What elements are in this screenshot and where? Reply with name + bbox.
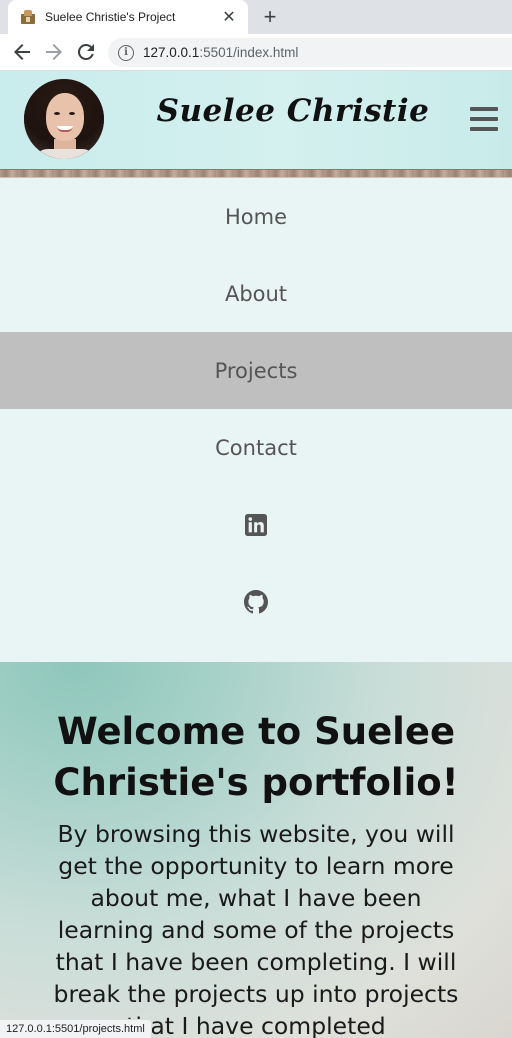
- page-viewport: Suelee Christie Home About Projects Cont…: [0, 71, 512, 1038]
- new-tab-button[interactable]: +: [258, 3, 282, 31]
- nav-item-linkedin[interactable]: [0, 486, 512, 563]
- forward-arrow-icon: [46, 44, 62, 60]
- avatar: [24, 79, 104, 159]
- back-arrow-icon: [14, 44, 30, 60]
- back-button[interactable]: [10, 40, 34, 64]
- github-icon: [244, 589, 268, 613]
- url-host: 127.0.0.1: [143, 45, 200, 60]
- address-bar[interactable]: i 127.0.0.1:5501/index.html: [108, 38, 512, 67]
- forward-button[interactable]: [42, 40, 66, 64]
- tab-title: Suelee Christie's Project: [45, 10, 176, 24]
- favicon-icon: [20, 9, 36, 25]
- hero-section: Welcome to Suelee Christie's portfolio! …: [0, 662, 512, 1038]
- nav-item-projects[interactable]: Projects: [0, 332, 512, 409]
- browser-toolbar: i 127.0.0.1:5501/index.html: [0, 34, 512, 71]
- reload-icon: [77, 43, 94, 60]
- close-tab-icon[interactable]: ✕: [220, 7, 238, 27]
- site-brand[interactable]: Suelee Christie: [150, 93, 436, 129]
- browser-tabstrip: Suelee Christie's Project ✕ +: [0, 0, 512, 34]
- reload-button[interactable]: [74, 40, 98, 64]
- browser-tab[interactable]: Suelee Christie's Project ✕: [8, 0, 248, 34]
- nav-item-contact[interactable]: Contact: [0, 409, 512, 486]
- site-info-icon[interactable]: i: [118, 44, 134, 61]
- hamburger-menu-icon[interactable]: [470, 107, 498, 133]
- nav-item-home[interactable]: Home: [0, 178, 512, 255]
- status-bar-url: 127.0.0.1:5501/projects.html: [0, 1019, 152, 1038]
- hero-title: Welcome to Suelee Christie's portfolio!: [53, 710, 459, 804]
- main-nav: Home About Projects Contact: [0, 178, 512, 662]
- linkedin-icon: [245, 513, 267, 536]
- nav-item-about[interactable]: About: [0, 255, 512, 332]
- nav-item-github[interactable]: [0, 563, 512, 640]
- site-header: Suelee Christie: [0, 71, 512, 169]
- url-path: :5501/index.html: [199, 45, 299, 60]
- hero-description: By browsing this website, you will get t…: [53, 820, 459, 1038]
- header-divider: [0, 169, 512, 178]
- url-text: 127.0.0.1:5501/index.html: [143, 45, 298, 60]
